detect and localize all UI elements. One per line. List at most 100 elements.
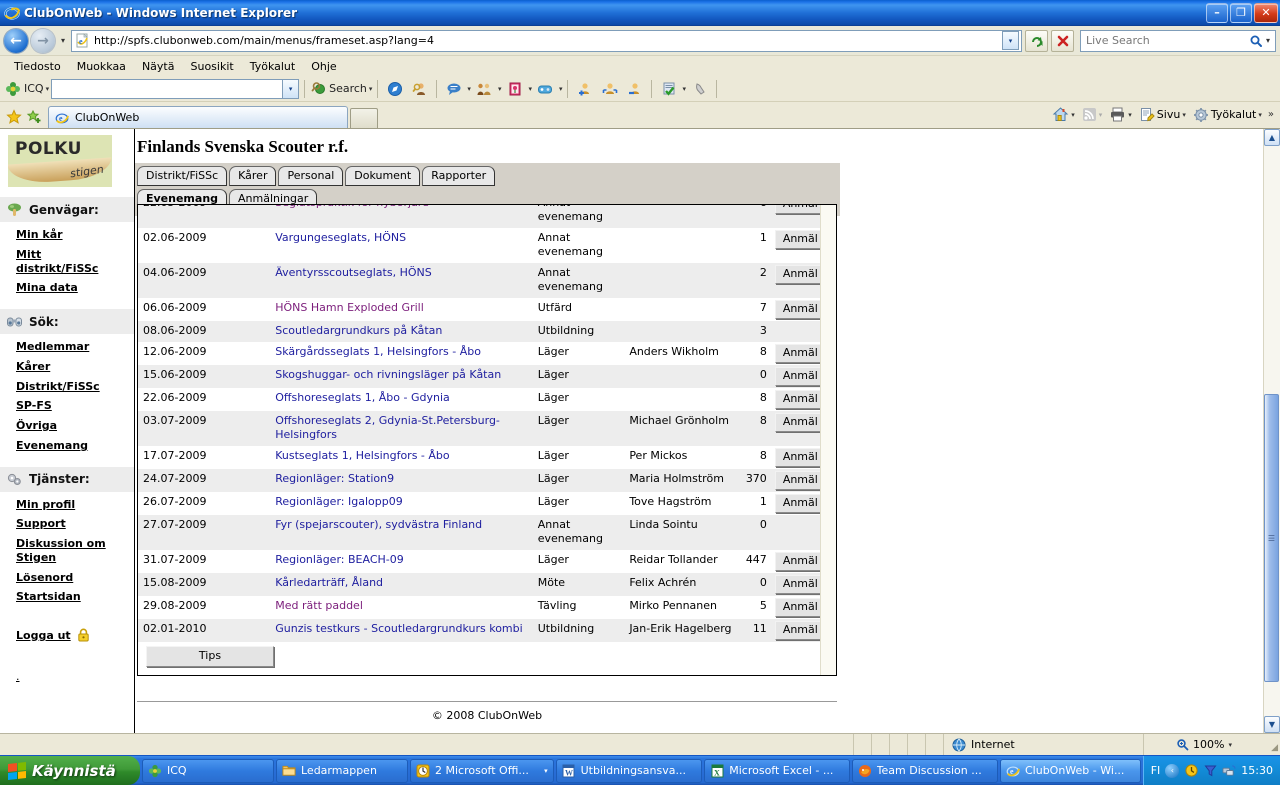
greeting-card-button[interactable]: ▾ bbox=[503, 78, 532, 100]
sidebar-link-startsidan[interactable]: Startsidan bbox=[16, 590, 124, 604]
menu-item-edit[interactable]: Muokkaa bbox=[69, 58, 134, 75]
sidebar-link-support[interactable]: Support bbox=[16, 517, 124, 531]
event-link[interactable]: Offshoreseglats 2, Gdynia-St.Petersburg-… bbox=[275, 414, 500, 441]
tab-personal[interactable]: Personal bbox=[278, 166, 344, 186]
register-button[interactable]: Anmäl bbox=[774, 552, 826, 571]
security-zone[interactable]: Internet bbox=[944, 734, 1144, 755]
tab-dokument[interactable]: Dokument bbox=[345, 166, 421, 186]
add-contact-icon[interactable] bbox=[573, 78, 596, 100]
icq-search-button[interactable]: Search ▾ bbox=[310, 81, 372, 96]
checkmark-dropdown-icon[interactable]: ▾ bbox=[682, 85, 686, 93]
icq-search-dropdown-icon[interactable]: ▾ bbox=[369, 85, 373, 93]
chat-bubble-button[interactable]: ▾ bbox=[442, 78, 471, 100]
toolbar-overflow-icon[interactable]: » bbox=[1266, 109, 1276, 120]
icq-flower-icon[interactable] bbox=[4, 80, 22, 98]
menu-item-favorites[interactable]: Suosikit bbox=[182, 58, 241, 75]
refresh-icon[interactable] bbox=[1025, 29, 1048, 52]
back-arrow-icon[interactable]: ← bbox=[4, 28, 28, 53]
tab-karer[interactable]: Kårer bbox=[229, 166, 277, 186]
register-button[interactable]: Anmäl bbox=[774, 598, 826, 617]
event-link[interactable]: Gunzis testkurs - Scoutledargrundkurs ko… bbox=[275, 622, 522, 635]
event-link[interactable]: Vargungeseglats, HÖNS bbox=[275, 231, 406, 244]
maximize-button[interactable]: ❐ bbox=[1230, 2, 1252, 23]
contacts-button[interactable]: ▾ bbox=[473, 78, 502, 100]
register-button[interactable]: Anmäl bbox=[774, 344, 826, 363]
find-contact-icon[interactable] bbox=[598, 78, 621, 100]
sidebar-link-medlemmar[interactable]: Medlemmar bbox=[16, 340, 124, 354]
sidebar-link-mina-data[interactable]: Mina data bbox=[16, 281, 124, 295]
tools-menu-dropdown-icon[interactable]: ▾ bbox=[1258, 111, 1262, 119]
sidebar-link-losenord[interactable]: Lösenord bbox=[16, 571, 124, 585]
people-search-icon[interactable] bbox=[408, 78, 431, 100]
clock-icon[interactable] bbox=[1184, 764, 1198, 778]
taskbar-task-button[interactable]: W Utbildningsansva... bbox=[555, 758, 703, 783]
sidebar-bottom-dot-link[interactable]: . bbox=[16, 670, 20, 683]
search-input[interactable]: Live Search bbox=[1086, 34, 1249, 47]
home-button[interactable]: ▾ bbox=[1049, 104, 1078, 125]
event-link[interactable]: Med rätt paddel bbox=[275, 599, 363, 612]
favorites-star-icon[interactable] bbox=[4, 106, 24, 128]
funnel-icon[interactable] bbox=[1203, 764, 1217, 778]
scrollbar-track[interactable]: ☰ bbox=[1264, 146, 1280, 716]
zoom-dropdown-icon[interactable]: ▾ bbox=[1228, 741, 1232, 749]
register-button[interactable]: Anmäl bbox=[774, 205, 826, 214]
taskbar-clock[interactable]: 15:30 bbox=[1241, 764, 1273, 777]
taskbar-task-button[interactable]: X Microsoft Excel - ... bbox=[704, 758, 850, 783]
tray-expand-icon[interactable]: ‹ bbox=[1165, 763, 1180, 778]
taskbar-task-button[interactable]: ICQ bbox=[142, 758, 274, 783]
register-button[interactable]: Anmäl bbox=[774, 471, 826, 490]
tab-rapporter[interactable]: Rapporter bbox=[422, 166, 496, 186]
address-input[interactable]: http://spfs.clubonweb.com/main/menus/fra… bbox=[94, 34, 1002, 47]
feeds-button[interactable]: ▾ bbox=[1079, 105, 1106, 124]
scroll-up-button[interactable]: ▲ bbox=[1264, 129, 1280, 146]
sidebar-link-sp-fs[interactable]: SP-FS bbox=[16, 399, 124, 413]
logout-link[interactable]: Logga ut bbox=[16, 629, 71, 642]
address-dropdown-icon[interactable]: ▾ bbox=[1002, 31, 1019, 50]
icq-search-input[interactable]: ▾ bbox=[51, 78, 300, 99]
sidebar-link-ovriga[interactable]: Övriga bbox=[16, 419, 124, 433]
taskbar-task-button[interactable]: Team Discussion ... bbox=[851, 758, 998, 783]
register-button[interactable]: Anmäl bbox=[774, 265, 826, 284]
menu-item-help[interactable]: Ohje bbox=[303, 58, 344, 75]
games-button[interactable]: ▾ bbox=[534, 78, 562, 100]
minimize-button[interactable]: – bbox=[1206, 2, 1228, 23]
register-button[interactable]: Anmäl bbox=[774, 367, 826, 386]
register-button[interactable]: Anmäl bbox=[774, 575, 826, 594]
page-menu-button[interactable]: Sivu ▾ bbox=[1136, 105, 1189, 125]
menu-item-file[interactable]: Tiedosto bbox=[6, 58, 69, 75]
browser-tab-clubonweb[interactable]: e ClubOnWeb bbox=[48, 106, 348, 128]
address-bar[interactable]: e http://spfs.clubonweb.com/main/menus/f… bbox=[71, 29, 1022, 52]
tab-distrikt-fissc[interactable]: Distrikt/FiSSc bbox=[137, 166, 228, 186]
sidebar-link-diskussion[interactable]: Diskussion om Stigen bbox=[16, 537, 124, 565]
print-dropdown-icon[interactable]: ▾ bbox=[1128, 111, 1132, 119]
contacts-dropdown-icon[interactable]: ▾ bbox=[498, 85, 502, 93]
taskbar-task-dropdown-icon[interactable]: ▾ bbox=[544, 767, 548, 775]
event-link[interactable]: Skogshuggar- och rivningsläger på Kåtan bbox=[275, 368, 501, 381]
zoom-control[interactable]: 100% ▾ bbox=[1144, 734, 1264, 755]
print-button[interactable]: ▾ bbox=[1106, 104, 1135, 125]
sidebar-link-min-profil[interactable]: Min profil bbox=[16, 498, 124, 512]
register-button[interactable]: Anmäl bbox=[774, 390, 826, 409]
event-link[interactable]: Kustseglats 1, Helsingfors - Åbo bbox=[275, 449, 449, 462]
event-link[interactable]: Offshoreseglats 1, Åbo - Gdynia bbox=[275, 391, 450, 404]
new-tab-button[interactable] bbox=[350, 108, 378, 128]
event-link[interactable]: Kårledarträff, Åland bbox=[275, 576, 383, 589]
event-link[interactable]: Seglatspraktik för nybörjare bbox=[275, 205, 429, 209]
stop-icon[interactable] bbox=[1051, 29, 1074, 52]
taskbar-task-button[interactable]: 2 Microsoft Offi... ▾ bbox=[410, 758, 554, 783]
icq-input-dropdown-icon[interactable]: ▾ bbox=[282, 79, 299, 98]
menu-item-view[interactable]: Näytä bbox=[134, 58, 183, 75]
chat-dropdown-icon[interactable]: ▾ bbox=[467, 85, 471, 93]
tips-button[interactable]: Tips bbox=[146, 646, 274, 667]
register-button[interactable]: Anmäl bbox=[774, 621, 826, 640]
register-button[interactable]: Anmäl bbox=[774, 494, 826, 513]
language-indicator[interactable]: FI bbox=[1151, 764, 1161, 777]
taskbar-task-button[interactable]: Ledarmappen bbox=[276, 758, 408, 783]
inner-frame-scroll-gutter[interactable] bbox=[820, 205, 836, 675]
register-button[interactable]: Anmäl bbox=[774, 448, 826, 467]
magnifier-icon[interactable] bbox=[1249, 34, 1263, 48]
feeds-dropdown-icon[interactable]: ▾ bbox=[1099, 111, 1103, 119]
remove-contact-icon[interactable] bbox=[623, 78, 646, 100]
event-link[interactable]: Fyr (spejarscouter), sydvästra Finland bbox=[275, 518, 482, 531]
start-button[interactable]: Käynnistä bbox=[0, 756, 140, 785]
